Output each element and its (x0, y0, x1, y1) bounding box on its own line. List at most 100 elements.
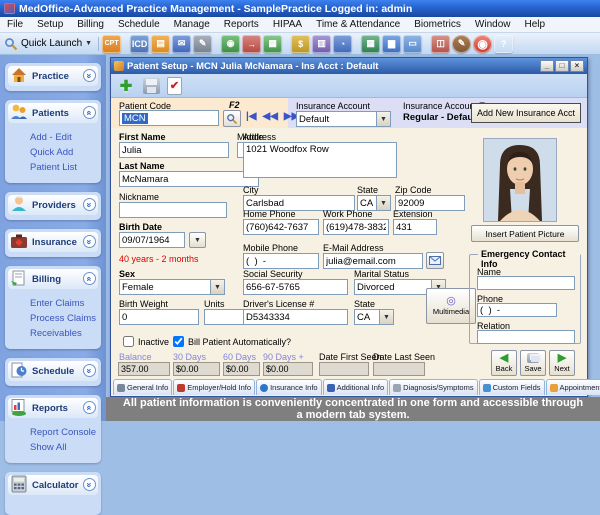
quick-launch[interactable]: Quick Launch ▼ (4, 37, 99, 51)
dl-state-select[interactable]: CA▼ (354, 309, 394, 325)
tab-general-info[interactable]: General Info (113, 379, 172, 395)
sidebar-item-quick-add[interactable]: Quick Add (30, 147, 98, 158)
save-icon[interactable] (143, 78, 160, 94)
last-name-input[interactable] (119, 171, 259, 187)
sidebar-header-practice[interactable]: Practice » (8, 66, 98, 86)
billing-form-icon[interactable]: ▦ (263, 35, 282, 53)
add-new-insurance-button[interactable]: Add New Insurance Acct (471, 103, 581, 123)
back-button[interactable]: ◀Back (491, 350, 517, 376)
expand-chevron-icon[interactable]: » (83, 478, 96, 491)
network-icon[interactable]: ◫ (431, 35, 450, 53)
attendance-notes-icon[interactable]: ✎ (452, 35, 471, 53)
home-phone-input[interactable] (243, 219, 319, 235)
menu-item[interactable]: Setup (30, 19, 70, 30)
patient-code-input[interactable]: MCN (119, 110, 219, 126)
days30-value: $0.00 (173, 362, 220, 376)
sex-select[interactable]: Female▼ (119, 279, 225, 295)
monitor-icon[interactable]: ▭ (403, 35, 422, 53)
sidebar-item-patient-list[interactable]: Patient List (30, 162, 98, 173)
menu-item[interactable]: Manage (167, 19, 217, 30)
first-name-input[interactable] (119, 142, 229, 158)
sidebar-header-reports[interactable]: Reports « (8, 398, 98, 418)
expand-chevron-icon[interactable]: » (83, 198, 96, 211)
next-button[interactable]: ▶Next (549, 350, 575, 376)
minimize-button[interactable]: _ (540, 60, 554, 72)
patient-transfer-icon[interactable]: → (242, 35, 261, 53)
ssn-input[interactable] (243, 279, 348, 295)
send-email-button[interactable] (426, 252, 444, 269)
menu-item[interactable]: Biometrics (407, 19, 468, 30)
emergency-name-input[interactable] (477, 276, 575, 290)
expand-chevron-icon[interactable]: » (83, 235, 96, 248)
sidebar-header-billing[interactable]: Billing « (8, 269, 98, 289)
bar-chart-icon[interactable]: ▆ (382, 35, 401, 53)
emergency-phone-input[interactable] (477, 303, 557, 317)
cpt-codes-icon[interactable]: CPT (102, 35, 121, 53)
menu-item[interactable]: Window (468, 19, 518, 30)
menu-item[interactable]: Help (517, 19, 552, 30)
messages-icon[interactable]: ✉ (172, 35, 191, 53)
maximize-button[interactable]: □ (555, 60, 569, 72)
insurance-account-select[interactable]: Default▼ (296, 111, 391, 127)
address-input[interactable]: 1021 Woodfox Row (243, 142, 397, 178)
patient-search-button[interactable] (223, 110, 241, 127)
drivers-license-input[interactable] (243, 309, 348, 325)
extension-input[interactable] (393, 219, 437, 235)
tab-additional-info[interactable]: Additional Info (323, 379, 389, 395)
bill-automatically-checkbox[interactable]: Bill Patient Automatically? (173, 336, 291, 347)
menu-item[interactable]: Billing (70, 19, 111, 30)
insert-patient-picture-button[interactable]: Insert Patient Picture (471, 225, 579, 242)
patient-card-icon[interactable]: ▤ (151, 35, 170, 53)
expand-chevron-icon[interactable]: » (83, 69, 96, 82)
work-phone-input[interactable] (323, 219, 389, 235)
sidebar-item-receivables[interactable]: Receivables (30, 328, 98, 339)
biometrics-icon[interactable]: ◉ (473, 35, 492, 53)
sidebar-header-calculator[interactable]: Calculator » (8, 475, 98, 495)
birth-date-input[interactable] (119, 232, 185, 248)
nickname-input[interactable] (119, 202, 227, 218)
save-button[interactable]: Save (520, 350, 546, 376)
verify-icon[interactable]: ✔ (167, 77, 182, 95)
sidebar-header-schedule[interactable]: Schedule » (8, 361, 98, 381)
schedule-report-icon[interactable]: ◔ (333, 35, 352, 53)
tab-insurance-info[interactable]: Insurance Info (256, 379, 322, 395)
sidebar-item-show-all[interactable]: Show All (30, 442, 98, 453)
collapse-chevron-icon[interactable]: « (83, 401, 96, 414)
prev-record-button[interactable]: ◀◀ (263, 111, 278, 122)
menu-item[interactable]: Schedule (111, 19, 167, 30)
mobile-phone-input[interactable] (243, 253, 319, 269)
sidebar-item-enter-claims[interactable]: Enter Claims (30, 298, 98, 309)
menu-item[interactable]: Time & Attendance (309, 19, 407, 30)
statement-export-icon[interactable]: $ (291, 35, 310, 53)
sidebar-header-insurance[interactable]: Insurance » (8, 232, 98, 252)
sidebar-item-process-claims[interactable]: Process Claims (30, 313, 98, 324)
tab-appointments[interactable]: Appointments (546, 379, 600, 395)
menu-item[interactable]: File (0, 19, 30, 30)
birth-date-dropdown-button[interactable]: ▼ (189, 232, 206, 248)
sidebar-header-providers[interactable]: Providers » (8, 195, 98, 215)
sidebar-header-patients[interactable]: Patients « (8, 103, 98, 123)
close-button[interactable]: × (570, 60, 584, 72)
camera-icon[interactable]: ◉ (221, 35, 240, 53)
collapse-chevron-icon[interactable]: « (83, 106, 96, 119)
email-input[interactable] (323, 253, 423, 269)
emergency-relation-input[interactable] (477, 330, 575, 344)
patient-edit-icon[interactable]: ✎ (193, 35, 212, 53)
icd-codes-icon[interactable]: ICD (130, 35, 149, 53)
tab-custom-fields[interactable]: Custom Fields (479, 379, 545, 395)
inactive-checkbox[interactable]: Inactive (123, 336, 169, 347)
tab-employer-hold-info[interactable]: Employer/Hold Info (173, 379, 255, 395)
collapse-chevron-icon[interactable]: « (83, 272, 96, 285)
help-icon[interactable]: ? (494, 35, 513, 53)
calculator-icon[interactable]: ▦ (361, 35, 380, 53)
sidebar-item-report-console[interactable]: Report Console (30, 427, 98, 438)
menu-item[interactable]: HIPAA (266, 19, 309, 30)
expand-chevron-icon[interactable]: » (83, 364, 96, 377)
tab-diagnosis-symptoms[interactable]: Diagnosis/Symptoms (389, 379, 477, 395)
add-patient-icon[interactable]: ✚ (116, 76, 136, 96)
menu-item[interactable]: Reports (217, 19, 266, 30)
sidebar-item-add-edit[interactable]: Add - Edit (30, 132, 98, 143)
birth-weight-input[interactable] (119, 309, 199, 325)
ledger-icon[interactable]: ▥ (312, 35, 331, 53)
first-record-button[interactable]: |◀ (246, 111, 257, 122)
